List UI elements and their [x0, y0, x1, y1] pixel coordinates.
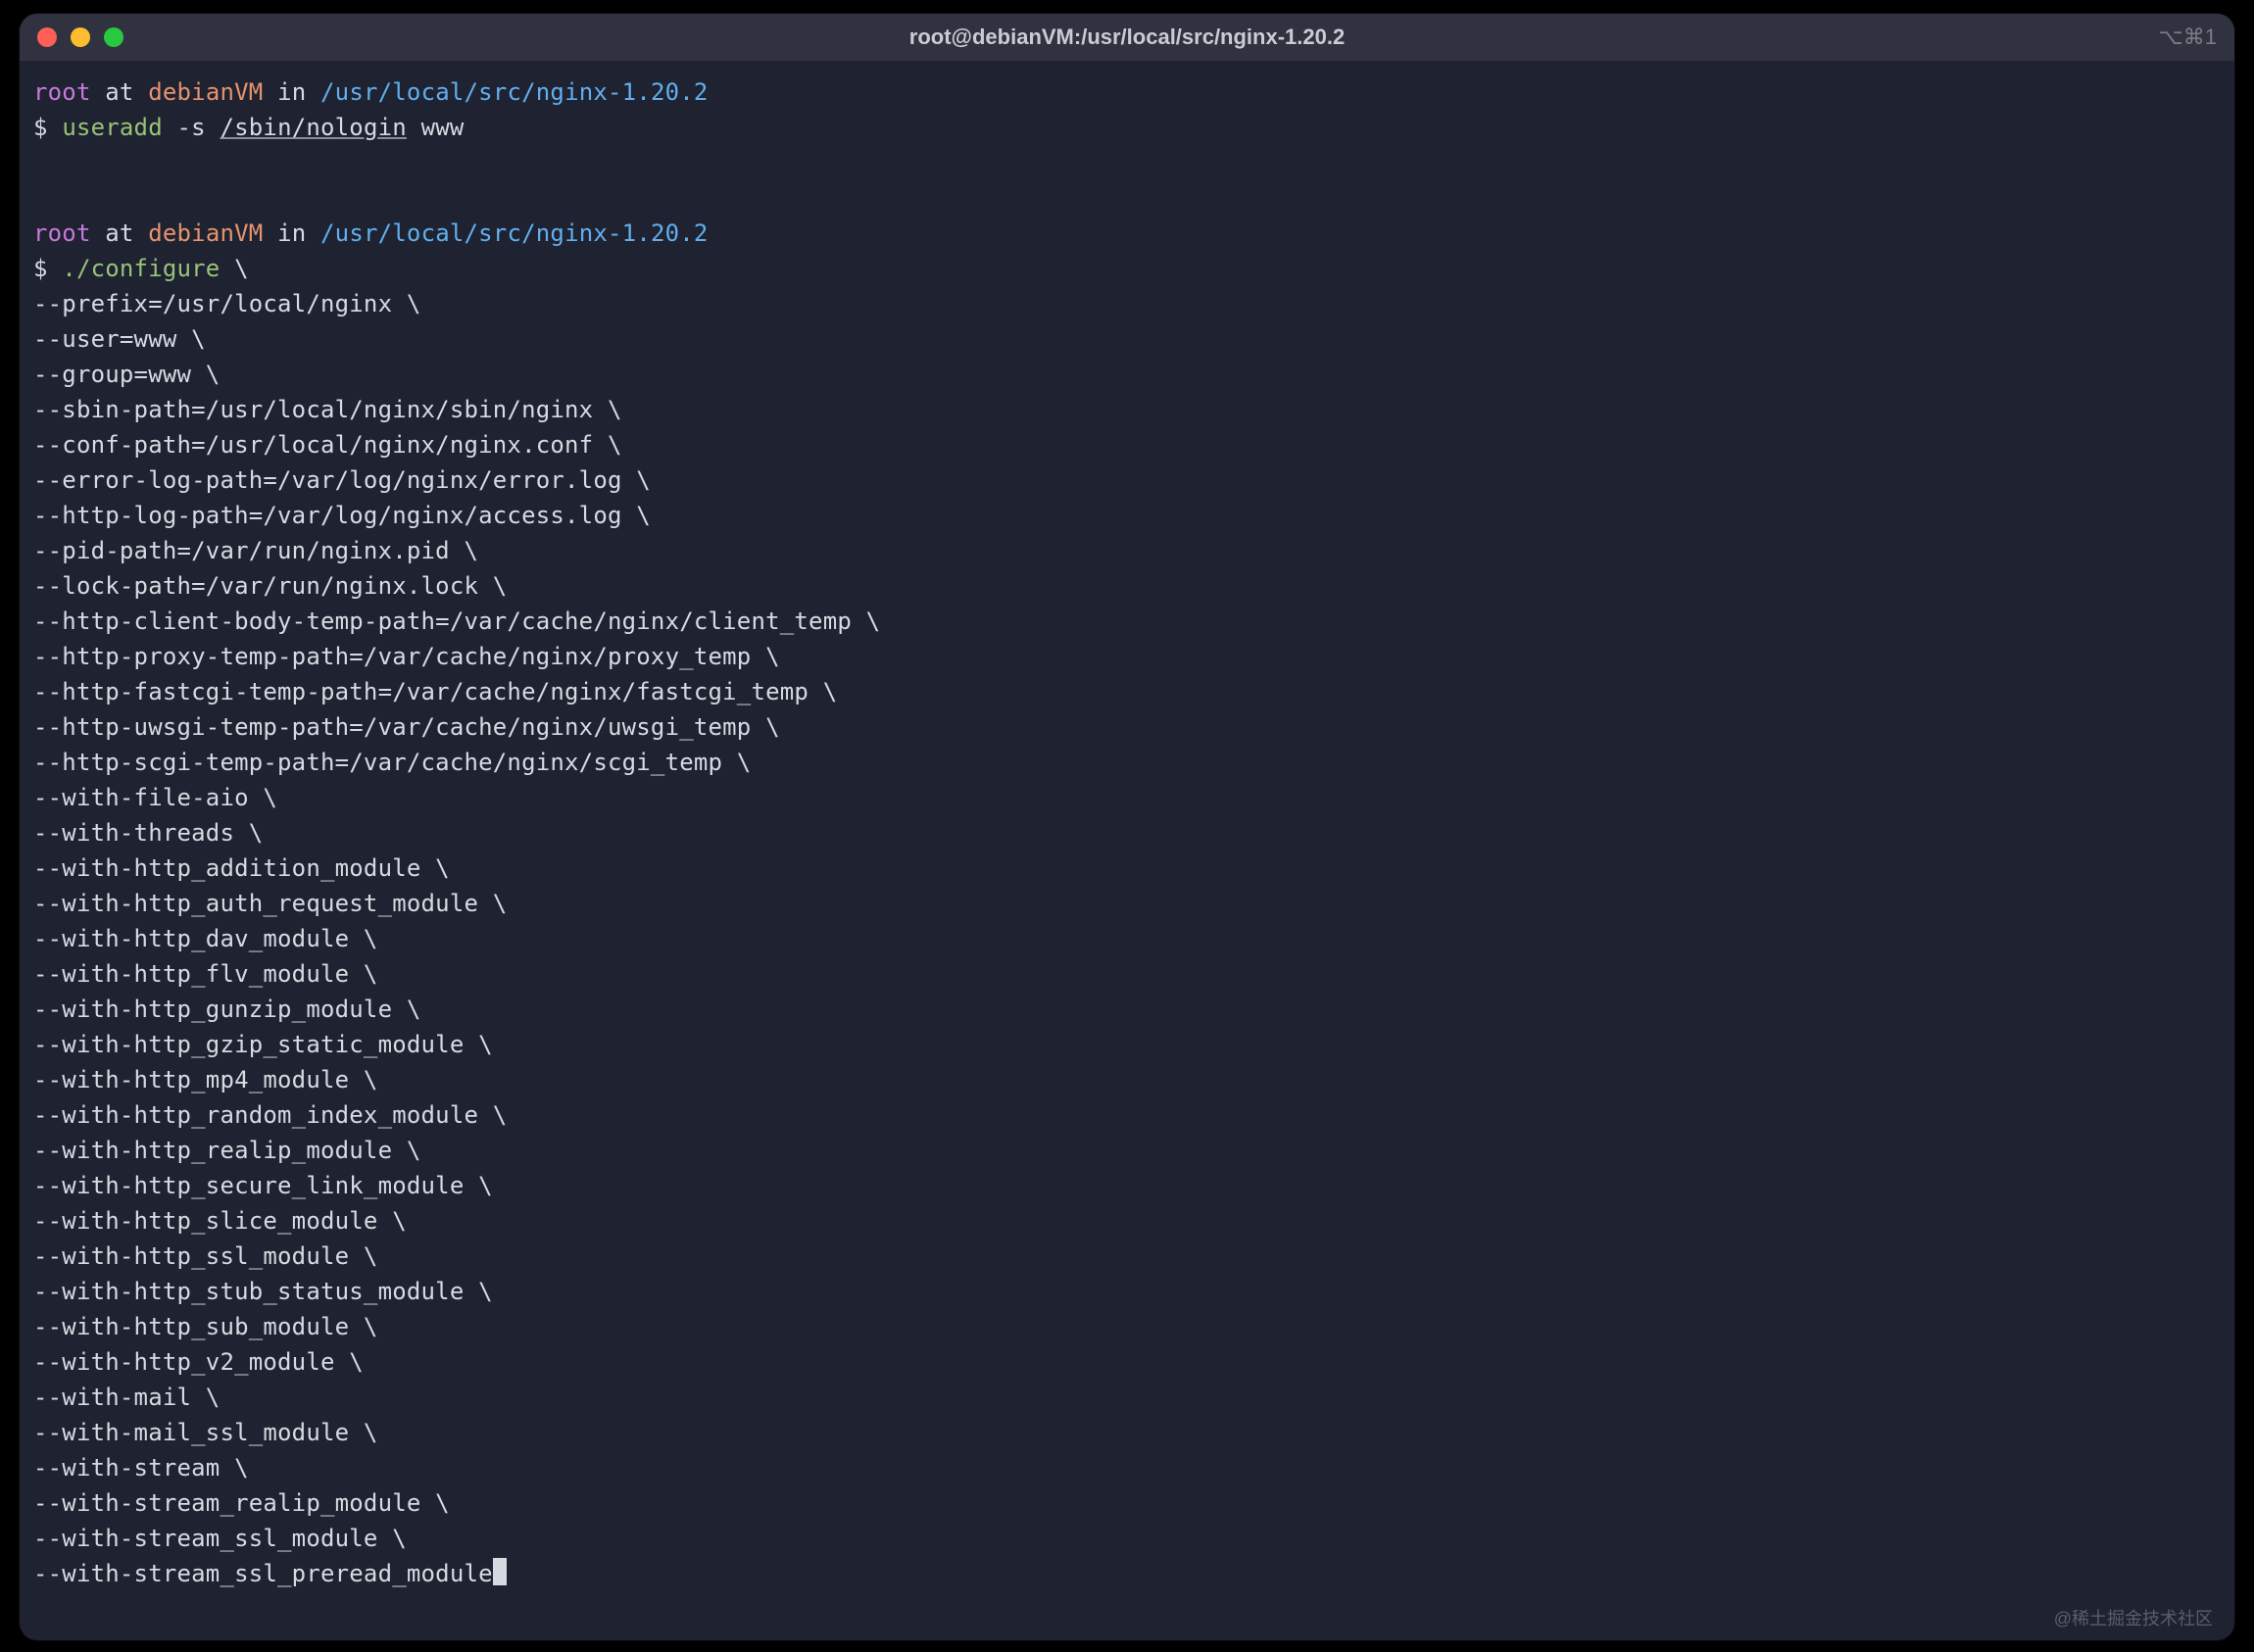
configure-arg-line: --http-uwsgi-temp-path=/var/cache/nginx/…	[33, 709, 2221, 745]
configure-arg-line: --pid-path=/var/run/nginx.pid \	[33, 533, 2221, 568]
configure-arg-line: --with-http_random_index_module \	[33, 1097, 2221, 1133]
configure-arg-line: --http-log-path=/var/log/nginx/access.lo…	[33, 498, 2221, 533]
cmd-arg-www: www	[407, 114, 465, 141]
command-line-2: $ ./configure \	[33, 251, 2221, 286]
prompt-path: /usr/local/src/nginx-1.20.2	[320, 219, 709, 247]
configure-arg-line: --with-file-aio \	[33, 780, 2221, 815]
configure-arg-line: --with-http_auth_request_module \	[33, 886, 2221, 921]
cmd-useradd: useradd	[62, 114, 163, 141]
configure-arg-line: --group=www \	[33, 357, 2221, 392]
prompt-in: in	[263, 219, 320, 247]
configure-arg-line: --http-scgi-temp-path=/var/cache/nginx/s…	[33, 745, 2221, 780]
configure-arg-line: --with-http_dav_module \	[33, 921, 2221, 956]
configure-arg-line: --http-fastcgi-temp-path=/var/cache/ngin…	[33, 674, 2221, 709]
prompt-line-1: root at debianVM in /usr/local/src/nginx…	[33, 74, 2221, 110]
configure-arg-line: --with-http_secure_link_module \	[33, 1168, 2221, 1203]
prompt-dollar: $	[33, 255, 62, 282]
terminal-window: root@debianVM:/usr/local/src/nginx-1.20.…	[20, 14, 2234, 1640]
prompt-in: in	[263, 78, 320, 106]
zoom-icon[interactable]	[104, 27, 123, 47]
cmd-cont: \	[220, 255, 248, 282]
prompt-line-2: root at debianVM in /usr/local/src/nginx…	[33, 216, 2221, 251]
configure-arg-line: --with-http_v2_module \	[33, 1344, 2221, 1380]
blank-line	[33, 145, 2221, 180]
configure-arg-line: --with-http_sub_module \	[33, 1309, 2221, 1344]
configure-arg-line: --with-stream_ssl_module \	[33, 1521, 2221, 1556]
window-title: root@debianVM:/usr/local/src/nginx-1.20.…	[20, 24, 2234, 50]
cmd-flag: -s	[163, 114, 220, 141]
prompt-host: debianVM	[148, 219, 263, 247]
configure-arg-line: --lock-path=/var/run/nginx.lock \	[33, 568, 2221, 604]
configure-arg-line: --with-stream_ssl_preread_module	[33, 1556, 2221, 1591]
configure-arg-line: --with-http_gzip_static_module \	[33, 1027, 2221, 1062]
configure-arg-line: --with-http_mp4_module \	[33, 1062, 2221, 1097]
cmd-arg-nologin: /sbin/nologin	[220, 114, 406, 141]
cursor-icon	[493, 1558, 507, 1585]
shortcut-hint: ⌥⌘1	[2158, 24, 2217, 50]
configure-arg-line: --http-client-body-temp-path=/var/cache/…	[33, 604, 2221, 639]
traffic-lights	[37, 27, 123, 47]
prompt-dollar: $	[33, 114, 62, 141]
configure-arg-line: --with-http_ssl_module \	[33, 1239, 2221, 1274]
configure-arg-line: --prefix=/usr/local/nginx \	[33, 286, 2221, 321]
configure-arg-line: --conf-path=/usr/local/nginx/nginx.conf …	[33, 427, 2221, 462]
configure-arg-line: --with-http_gunzip_module \	[33, 992, 2221, 1027]
command-line-1: $ useradd -s /sbin/nologin www	[33, 110, 2221, 145]
configure-arg-line: --error-log-path=/var/log/nginx/error.lo…	[33, 462, 2221, 498]
configure-arg-line: --with-http_addition_module \	[33, 850, 2221, 886]
configure-arg-line: --with-mail \	[33, 1380, 2221, 1415]
prompt-path: /usr/local/src/nginx-1.20.2	[320, 78, 709, 106]
configure-arg-line: --with-http_realip_module \	[33, 1133, 2221, 1168]
prompt-at: at	[91, 219, 149, 247]
configure-arg-line: --with-mail_ssl_module \	[33, 1415, 2221, 1450]
configure-arg-line: --with-threads \	[33, 815, 2221, 850]
blank-line	[33, 180, 2221, 216]
configure-arg-line: --with-http_flv_module \	[33, 956, 2221, 992]
configure-arg-line: --user=www \	[33, 321, 2221, 357]
close-icon[interactable]	[37, 27, 57, 47]
minimize-icon[interactable]	[71, 27, 90, 47]
watermark: @稀土掘金技术社区	[2054, 1605, 2213, 1630]
prompt-at: at	[91, 78, 149, 106]
configure-arg-line: --with-http_slice_module \	[33, 1203, 2221, 1239]
cmd-configure: ./configure	[62, 255, 220, 282]
terminal-body[interactable]: root at debianVM in /usr/local/src/nginx…	[20, 61, 2234, 1591]
configure-arg-line: --with-stream_realip_module \	[33, 1485, 2221, 1521]
configure-arg-line: --sbin-path=/usr/local/nginx/sbin/nginx …	[33, 392, 2221, 427]
titlebar: root@debianVM:/usr/local/src/nginx-1.20.…	[20, 14, 2234, 61]
prompt-host: debianVM	[148, 78, 263, 106]
prompt-user: root	[33, 219, 91, 247]
configure-arg-line: --with-http_stub_status_module \	[33, 1274, 2221, 1309]
configure-arg-line: --with-stream \	[33, 1450, 2221, 1485]
prompt-user: root	[33, 78, 91, 106]
configure-arg-line: --http-proxy-temp-path=/var/cache/nginx/…	[33, 639, 2221, 674]
